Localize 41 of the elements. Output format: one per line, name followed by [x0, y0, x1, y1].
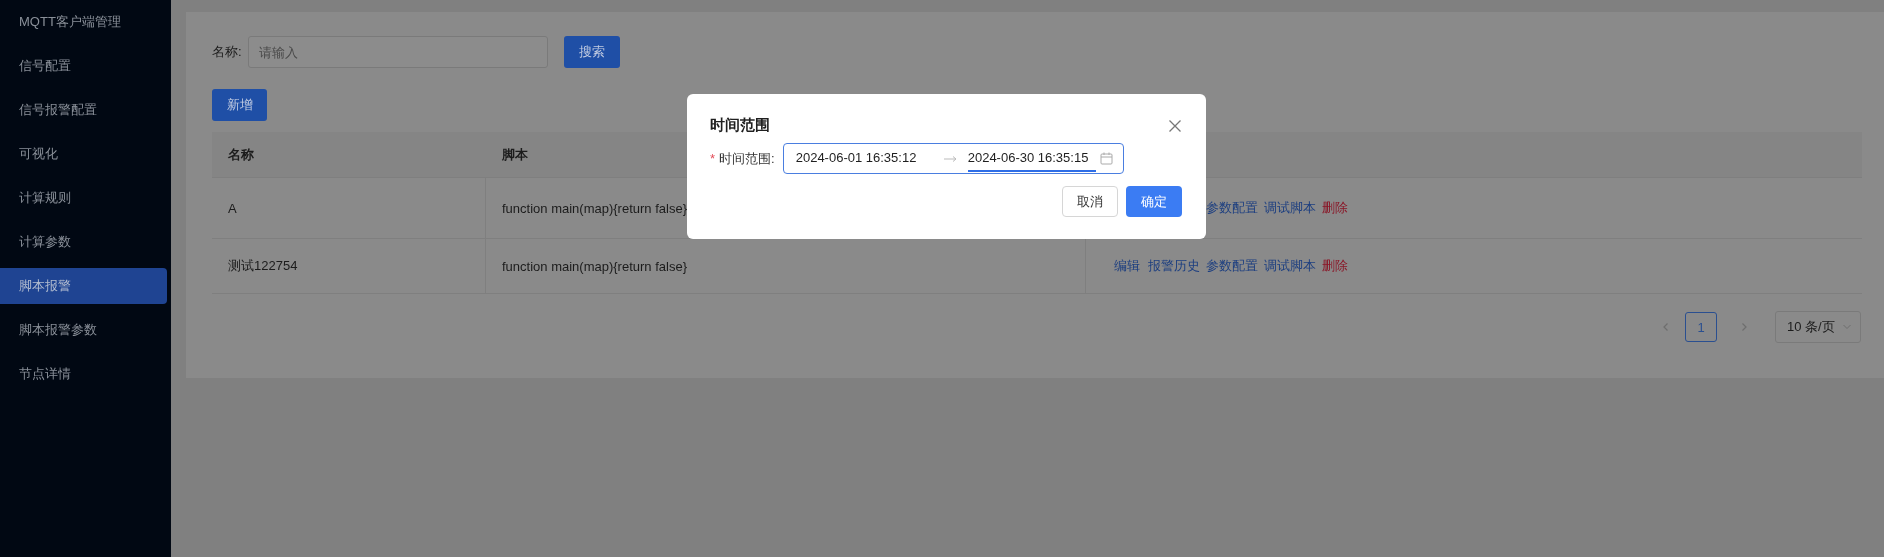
column-header: 脚本	[502, 145, 528, 164]
next-page-icon[interactable]	[1739, 322, 1749, 332]
sidebar-item[interactable]: 计算规则	[0, 180, 167, 216]
action-link[interactable]: 调试脚本	[1264, 199, 1316, 217]
action-link[interactable]: 报警历史	[1148, 257, 1200, 275]
action-link[interactable]: 编辑	[1114, 257, 1142, 275]
sidebar-item[interactable]: 节点详情	[0, 356, 167, 392]
previous-page-icon[interactable]	[1661, 322, 1671, 332]
table-cell: A	[228, 200, 237, 216]
add-button[interactable]: 新增	[212, 89, 267, 121]
search-field[interactable]: 请输入	[247, 36, 548, 68]
delete-link[interactable]: 删除	[1322, 199, 1350, 217]
sidebar-item[interactable]: 脚本报警参数	[0, 312, 167, 348]
date-range-field[interactable]: 2024-06-01 16:35:12 2024-06-30 16:35:15	[782, 143, 1124, 174]
cancel-button[interactable]: 取消	[1062, 186, 1118, 217]
calendar-icon	[1099, 152, 1113, 165]
sidebar-item[interactable]: MQTT客户端管理	[0, 4, 167, 40]
table-cell: function main(map){return false}	[502, 200, 687, 216]
sidebar-item[interactable]: 信号报警配置	[0, 92, 167, 128]
delete-link[interactable]: 删除	[1322, 257, 1350, 275]
required-mark: *	[710, 151, 716, 166]
search-button[interactable]: 搜索	[563, 36, 620, 68]
column-header: 名称	[228, 145, 254, 164]
table-cell: 测试122754	[228, 257, 298, 275]
sidebar-item[interactable]: 信号配置	[0, 48, 167, 84]
field-label: 时间范围:	[719, 149, 775, 168]
field-label: 名称:	[212, 43, 242, 61]
action-link[interactable]: 参数配置	[1206, 199, 1258, 217]
page-size-select[interactable]: 10 条/页	[1775, 311, 1861, 343]
action-link[interactable]: 参数配置	[1206, 257, 1258, 275]
sidebar-item[interactable]: 计算参数	[0, 224, 167, 260]
sidebar-item[interactable]: 脚本报警	[0, 268, 167, 304]
date-input[interactable]: 2024-06-01 16:35:12	[795, 145, 924, 172]
table-cell: function main(map){return false}	[502, 258, 687, 274]
confirm-button[interactable]: 确定	[1126, 186, 1182, 217]
action-link[interactable]: 调试脚本	[1264, 257, 1316, 275]
sidebar-item[interactable]: 可视化	[0, 136, 167, 172]
close-icon[interactable]	[1168, 118, 1182, 133]
dialog-title: 时间范围	[710, 116, 770, 135]
date-input[interactable]: 2024-06-30 16:35:15	[967, 145, 1096, 172]
arrow-icon	[943, 154, 958, 163]
